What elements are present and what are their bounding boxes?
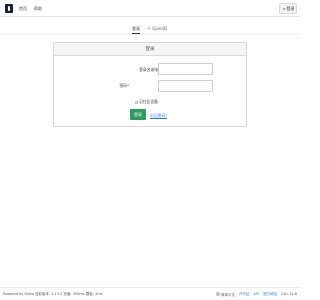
password-label: 密码* [120,83,130,89]
globe-icon [216,292,220,296]
gitea-logo[interactable] [5,4,13,13]
sign-in-icon [282,7,286,11]
password-required-mark: * [127,83,129,88]
page-footer: Powered by Gitea 当前版本: 1.13.2 页面: 300ms … [0,287,300,300]
password-input[interactable] [158,80,213,92]
nav-login-label: 登录 [286,5,295,11]
footer-go-version: Go1.15.8 [281,292,297,296]
remember-device[interactable]: 记住此设备 [135,99,158,105]
openid-icon [147,26,151,30]
remember-label: 记住此设备 [139,99,158,104]
login-panel-title: 登录 [54,43,246,56]
footer-links: 简体中文 许可证 API 官方网站 Go1.15.8 [216,292,297,298]
tab-openid-label: OpenID [152,26,168,31]
password-label-text: 密码 [119,83,128,88]
nav-home-link[interactable]: 首页 [19,6,27,12]
footer-api-link[interactable]: API [253,292,259,298]
footer-license-link[interactable]: 许可证 [239,292,250,298]
remember-checkbox[interactable] [135,100,138,104]
footer-powered-by: Powered by Gitea 当前版本: 1.13.2 页面: 300ms … [3,292,103,296]
tab-login[interactable]: 登录 [132,26,140,34]
top-navbar: 首页 帮助 登录 [0,0,300,17]
login-panel: 登录 登录名或电子邮箱地址* 密码* 记住此设备 登录 忘记密码? [53,42,247,127]
footer-language[interactable]: 简体中文 [216,292,235,298]
login-submit-button[interactable]: 登录 [130,109,146,120]
forgot-password-link[interactable]: 忘记密码? [150,113,167,119]
username-input[interactable] [158,63,213,75]
nav-login-button[interactable]: 登录 [279,3,297,14]
footer-language-label: 简体中文 [220,293,235,297]
footer-website-link[interactable]: 官方网站 [263,292,277,298]
tab-openid[interactable]: OpenID [147,26,167,31]
nav-help-link[interactable]: 帮助 [34,6,42,12]
tabs-divider [0,34,300,35]
